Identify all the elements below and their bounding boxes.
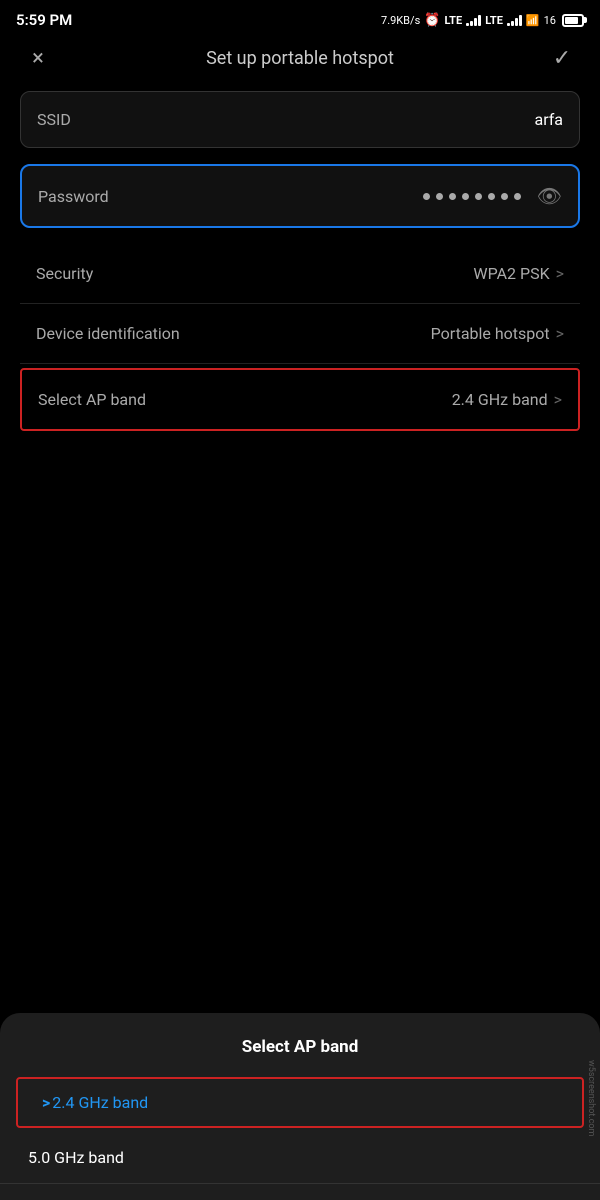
band-label-5: 5.0 GHz band [28,1148,124,1167]
ap-band-row[interactable]: Select AP band 2.4 GHz band > [20,368,580,431]
dot-4 [462,193,469,200]
dot-1 [423,193,430,200]
ssid-row[interactable]: SSID arfa [20,91,580,148]
lte-icon-1: LTE [444,14,462,27]
confirm-button[interactable]: ✓ [544,46,580,71]
ap-band-value: 2.4 GHz band > [452,390,562,409]
password-label: Password [38,187,109,206]
password-dots: 👁 [423,184,562,208]
security-chevron: > [556,264,564,283]
close-button[interactable]: × [20,46,56,71]
page-title: Set up portable hotspot [206,48,394,69]
status-icons: 7.9KB/s ⏰ LTE LTE 📶 16 [381,13,584,28]
dot-8 [514,193,521,200]
dot-2 [436,193,443,200]
band-option-2-4ghz[interactable]: 2.4 GHz band [16,1077,584,1128]
signal-bars-1 [466,14,481,26]
device-id-row[interactable]: Device identification Portable hotspot > [20,304,580,364]
battery-icon [562,14,584,27]
device-id-chevron: > [556,324,564,343]
dot-7 [501,193,508,200]
ap-band-chevron: > [554,390,562,409]
clock-icon: ⏰ [424,13,440,28]
band-option-5ghz[interactable]: 5.0 GHz band [0,1132,600,1184]
security-row[interactable]: Security WPA2 PSK > [20,244,580,304]
watermark: w5screenshot.com [582,1056,600,1140]
wifi-icon: 📶 [526,14,540,27]
lte-icon-2: LTE [485,14,503,27]
dot-5 [475,193,482,200]
password-row[interactable]: Password 👁 [20,164,580,228]
toggle-password-icon[interactable]: 👁 [537,184,562,208]
dot-3 [449,193,456,200]
ap-band-label: Select AP band [38,390,146,409]
battery-label: 16 [544,14,556,27]
status-bar: 5:59 PM 7.9KB/s ⏰ LTE LTE 📶 16 [0,0,600,36]
ssid-label: SSID [37,110,71,129]
security-label: Security [36,264,93,283]
band-label-2-4: 2.4 GHz band [52,1093,148,1112]
form-content: SSID arfa Password 👁 Security WPA2 PSK >… [0,91,600,431]
security-value: WPA2 PSK > [473,264,564,283]
ssid-value: arfa [534,110,563,129]
dot-6 [488,193,495,200]
device-id-label: Device identification [36,324,180,343]
header: × Set up portable hotspot ✓ [0,36,600,91]
speed-indicator: 7.9KB/s [381,14,420,27]
device-id-value: Portable hotspot > [431,324,564,343]
status-time: 5:59 PM [16,11,72,29]
bottom-sheet: Select AP band 2.4 GHz band 5.0 GHz band [0,1013,600,1200]
bottom-sheet-title: Select AP band [0,1037,600,1057]
signal-bars-2 [507,14,522,26]
